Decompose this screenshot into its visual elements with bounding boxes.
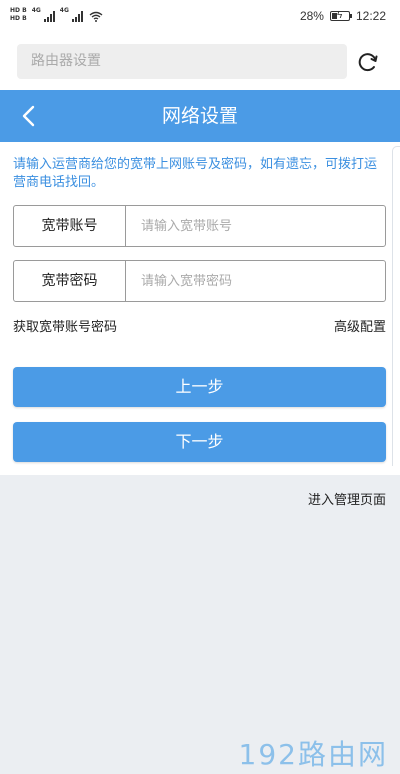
sim-indicators: HD B HD B (10, 7, 27, 22)
advanced-config-link[interactable]: 高级配置 (334, 316, 386, 335)
signal-icon-2 (71, 11, 83, 22)
status-bar-left: HD B HD B 4G 4G (10, 7, 103, 22)
next-step-button[interactable]: 下一步 (13, 422, 386, 462)
clock: 12:22 (355, 9, 386, 23)
sim1-hd-indicator: HD B (10, 7, 27, 14)
password-label: 宽带密码 (14, 261, 126, 301)
status-bar-right: 28% ϟ 12:22 (300, 9, 386, 23)
password-input[interactable] (126, 261, 385, 301)
account-field: 宽带账号 (13, 205, 386, 247)
battery-percent: 28% (299, 9, 324, 23)
network-type-2: 4G (59, 7, 69, 14)
scroll-edge (392, 146, 400, 466)
account-label: 宽带账号 (14, 206, 126, 246)
sim2-hd-indicator: HD B (10, 15, 27, 22)
watermark: 192路由网 (238, 738, 388, 771)
status-bar: HD B HD B 4G 4G 28% ϟ 12:22 (0, 0, 400, 34)
page-title: 网络设置 (161, 105, 238, 127)
manage-page-link[interactable]: 进入管理页面 (308, 489, 386, 508)
app-header: 网络设置 (0, 90, 400, 142)
password-field: 宽带密码 (13, 260, 386, 302)
get-credentials-link[interactable]: 获取宽带账号密码 (13, 316, 117, 335)
wifi-icon (89, 11, 103, 22)
network-settings-card: 请输入运营商给您的宽带上网账号及密码，如有遗忘，可拨打运营商电话找回。 宽带账号… (0, 142, 400, 475)
signal-icon (43, 11, 55, 22)
account-input[interactable] (126, 206, 385, 246)
battery-icon: ϟ (329, 10, 352, 21)
refresh-icon[interactable] (356, 50, 380, 74)
search-area: 路由器设置 (0, 34, 400, 90)
prev-step-button[interactable]: 上一步 (13, 367, 386, 407)
search-box[interactable]: 路由器设置 (17, 44, 347, 79)
network-type-1: 4G (31, 7, 41, 14)
notice-text: 请输入运营商给您的宽带上网账号及密码，如有遗忘，可拨打运营商电话找回。 (13, 157, 378, 190)
